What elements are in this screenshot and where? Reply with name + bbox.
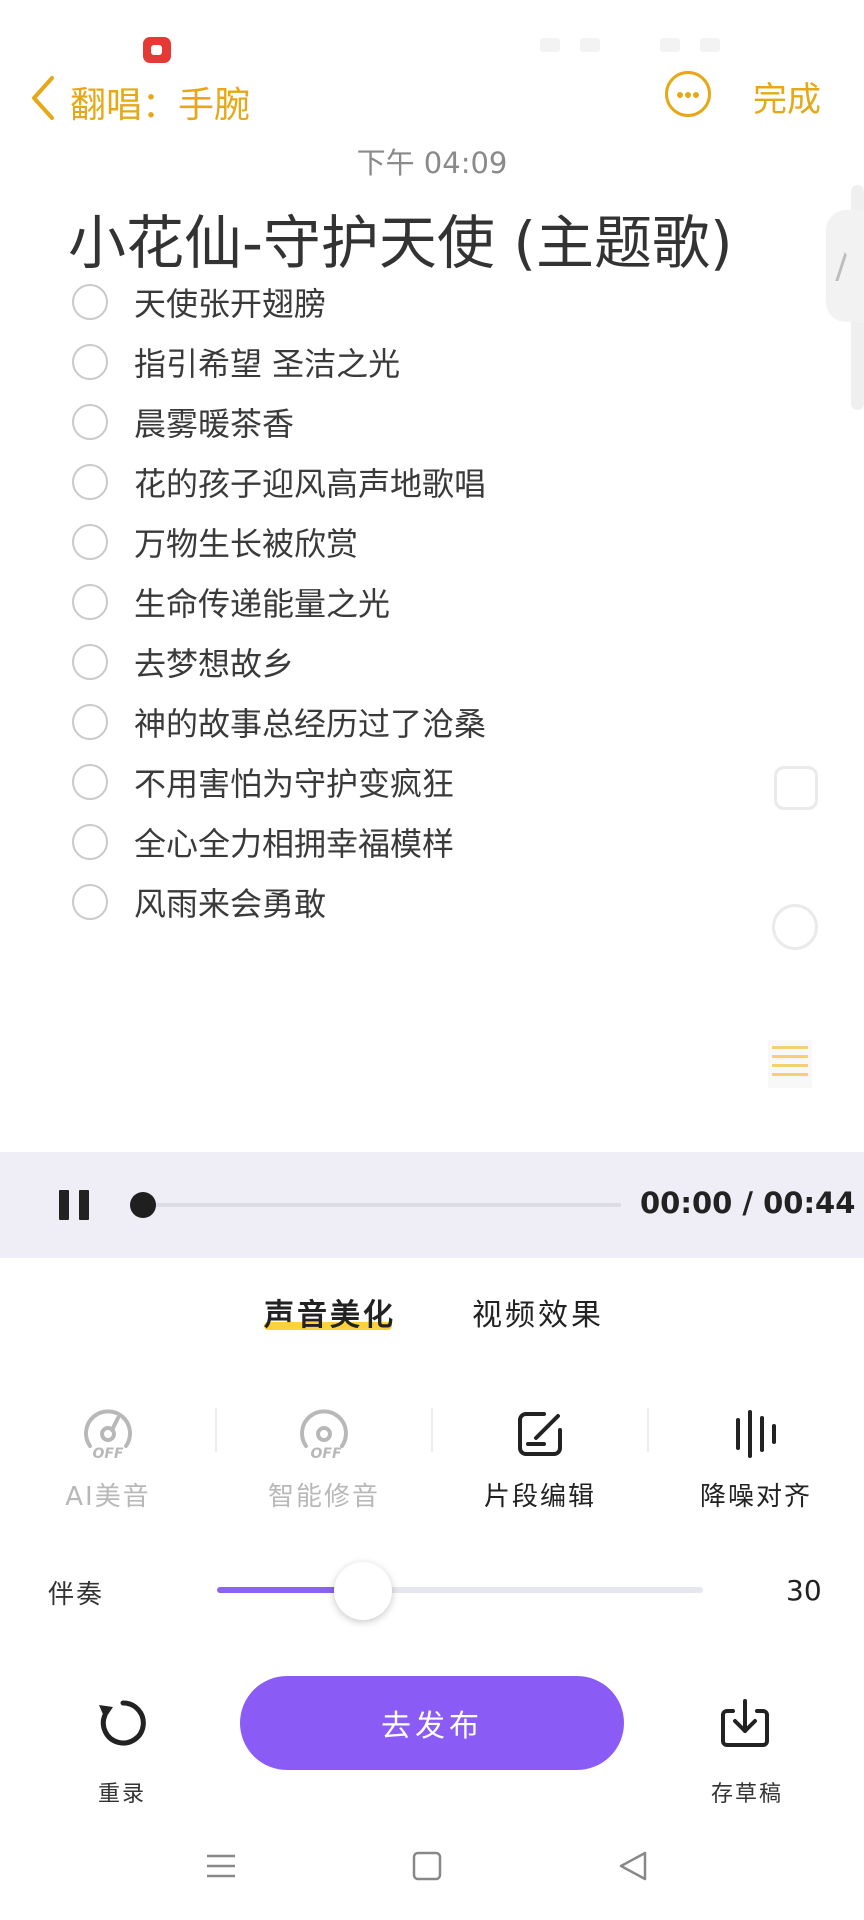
lyric-line: 不用害怕为守护变疯狂	[134, 765, 455, 803]
checkbox-circle-icon[interactable]	[72, 644, 108, 680]
status-indicator	[540, 38, 560, 52]
header: 翻唱：手腕 完成	[0, 60, 864, 140]
progress-track[interactable]	[143, 1203, 621, 1207]
lyric-line: 去梦想故乡	[134, 645, 295, 683]
edit-segment-icon	[518, 1412, 562, 1456]
note-timestamp: 下午 04:09	[356, 146, 508, 180]
camera-icon	[772, 904, 818, 950]
svg-text:OFF: OFF	[92, 1446, 123, 1460]
ai-voice-off-icon: OFF	[84, 1409, 132, 1460]
tab-video-effects[interactable]: 视频效果	[472, 1290, 604, 1334]
smart-tune-button[interactable]: OFF 智能修音	[216, 1400, 432, 1520]
tool-label: 片段编辑	[483, 1482, 596, 1512]
checkbox-circle-icon[interactable]	[72, 464, 108, 500]
checkbox-circle-icon[interactable]	[72, 704, 108, 740]
save-draft-label[interactable]: 存草稿	[711, 1776, 783, 1808]
lyric-checklist-item[interactable]: 晨雾暖茶香	[72, 392, 486, 452]
refresh-icon[interactable]	[97, 1697, 149, 1749]
checkbox-circle-icon[interactable]	[72, 884, 108, 920]
chevron-left-icon[interactable]	[26, 72, 60, 124]
lyrics-checklist: 天使张开翅膀指引希望 圣洁之光 晨雾暖茶香花的孩子迎风高声地歌唱 万物生长被欣赏 生命…	[72, 272, 486, 932]
lyric-line: 全心全力相拥幸福模样	[134, 825, 455, 863]
page-title: 翻唱：手腕	[70, 85, 251, 126]
checkbox-circle-icon[interactable]	[72, 764, 108, 800]
accompaniment-label: 伴奏	[48, 1580, 105, 1610]
lyric-line: 天使张开翅膀	[134, 285, 327, 323]
done-button[interactable]: 完成	[753, 72, 821, 121]
more-circle-icon[interactable]	[665, 71, 711, 117]
status-indicator	[700, 38, 720, 52]
lyric-checklist-item[interactable]: 天使张开翅膀	[72, 272, 486, 332]
progress-thumb[interactable]	[130, 1192, 156, 1218]
lyric-checklist-item[interactable]: 指引希望 圣洁之光	[72, 332, 486, 392]
lyric-checklist-item[interactable]: 不用害怕为守护变疯狂	[72, 752, 486, 812]
back-triangle-icon[interactable]	[615, 1848, 651, 1884]
svg-text:OFF: OFF	[310, 1446, 341, 1460]
home-square-icon[interactable]	[409, 1848, 445, 1884]
rerecord-label[interactable]: 重录	[98, 1776, 146, 1808]
publish-button[interactable]: 去发布	[240, 1676, 624, 1770]
accompaniment-value: 30	[786, 1574, 822, 1607]
lyric-line: 生命传递能量之光	[134, 585, 391, 623]
accompaniment-slider-track[interactable]	[217, 1587, 703, 1593]
tab-voice-beautify[interactable]: 声音美化	[264, 1290, 396, 1334]
noise-reduction-button[interactable]: 降噪对齐	[648, 1400, 864, 1520]
note-title[interactable]: 小花仙-守护天使 (主题歌)	[68, 196, 733, 280]
tool-label: AI美音	[65, 1482, 151, 1512]
tool-label: 智能修音	[267, 1482, 380, 1512]
pause-icon[interactable]	[58, 1190, 92, 1220]
lyric-line: 风雨来会勇敢	[134, 885, 327, 923]
audio-player: 00:00 / 00:44	[0, 1152, 864, 1258]
checkbox-circle-icon[interactable]	[72, 404, 108, 440]
screenshot-thumbnail	[768, 1040, 812, 1088]
lyric-checklist-item[interactable]: 万物生长被欣赏	[72, 512, 486, 572]
menu-icon[interactable]	[203, 1848, 239, 1884]
lyric-line: 晨雾暖茶香	[134, 405, 295, 443]
ai-voice-button[interactable]: OFF AI美音	[0, 1400, 216, 1520]
smart-tune-off-icon: OFF	[300, 1409, 348, 1460]
lyric-checklist-item[interactable]: 去梦想故乡	[72, 632, 486, 692]
status-indicator	[580, 38, 600, 52]
lyric-line: 万物生长被欣赏	[134, 525, 359, 563]
lyric-line: 神的故事总经历过了沧桑	[134, 705, 487, 743]
checkbox-circle-icon[interactable]	[72, 584, 108, 620]
lyric-checklist-item[interactable]: 神的故事总经历过了沧桑	[72, 692, 486, 752]
lyric-checklist-item[interactable]: 花的孩子迎风高声地歌唱	[72, 452, 486, 512]
status-bar	[0, 0, 864, 63]
download-icon[interactable]	[719, 1697, 771, 1749]
time-display: 00:00 / 00:44	[640, 1186, 856, 1220]
edit-icon	[774, 766, 818, 810]
lyric-checklist-item[interactable]: 生命传递能量之光	[72, 572, 486, 632]
status-indicator	[660, 38, 680, 52]
lyric-line: 花的孩子迎风高声地歌唱	[134, 465, 487, 503]
lyric-checklist-item[interactable]: 风雨来会勇敢	[72, 872, 486, 932]
segment-edit-button[interactable]: 片段编辑	[432, 1400, 648, 1520]
lyric-line: 指引希望 圣洁之光	[134, 345, 401, 383]
checkbox-circle-icon[interactable]	[72, 524, 108, 560]
accompaniment-slider-thumb[interactable]	[333, 1562, 392, 1620]
lyric-checklist-item[interactable]: 全心全力相拥幸福模样	[72, 812, 486, 872]
checkbox-circle-icon[interactable]	[72, 284, 108, 320]
checkbox-circle-icon[interactable]	[72, 824, 108, 860]
checkbox-circle-icon[interactable]	[72, 344, 108, 380]
tool-label: 降噪对齐	[699, 1482, 812, 1512]
noise-reduction-icon	[736, 1410, 776, 1458]
side-panel-handle[interactable]	[826, 210, 864, 322]
